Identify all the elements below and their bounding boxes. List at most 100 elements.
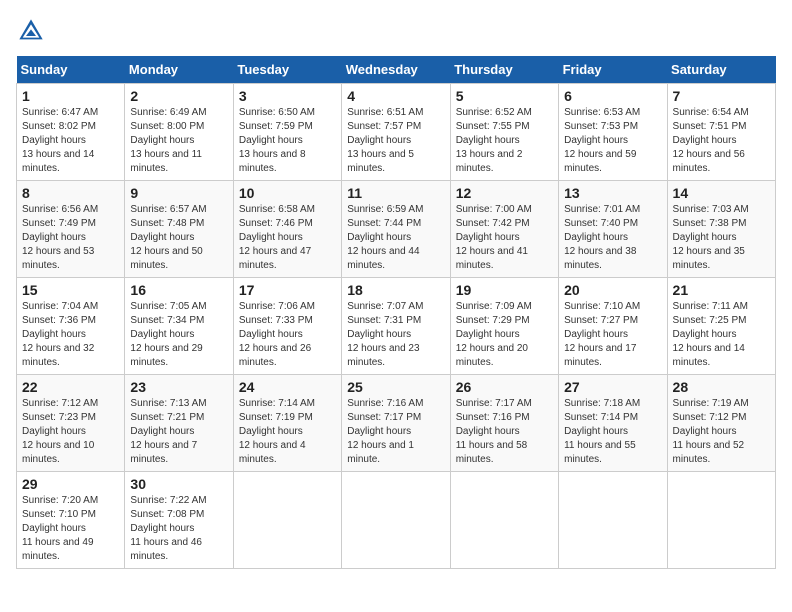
day-number: 9 xyxy=(130,185,227,201)
day-number: 10 xyxy=(239,185,336,201)
day-number: 7 xyxy=(673,88,770,104)
calendar-table: SundayMondayTuesdayWednesdayThursdayFrid… xyxy=(16,56,776,569)
day-number: 11 xyxy=(347,185,444,201)
day-info: Sunrise: 6:58 AM Sunset: 7:46 PM Dayligh… xyxy=(239,203,336,273)
day-info: Sunrise: 7:05 AM Sunset: 7:34 PM Dayligh… xyxy=(130,300,227,370)
header-thursday: Thursday xyxy=(450,56,558,84)
day-number: 28 xyxy=(673,379,770,395)
calendar-cell-2-6: 21 Sunrise: 7:11 AM Sunset: 7:25 PM Dayl… xyxy=(667,278,775,375)
header-sunday: Sunday xyxy=(17,56,125,84)
header-saturday: Saturday xyxy=(667,56,775,84)
day-number: 1 xyxy=(22,88,119,104)
calendar-cell-3-3: 25 Sunrise: 7:16 AM Sunset: 7:17 PM Dayl… xyxy=(342,375,450,472)
day-info: Sunrise: 6:54 AM Sunset: 7:51 PM Dayligh… xyxy=(673,106,770,176)
header-friday: Friday xyxy=(559,56,667,84)
calendar-cell-0-1: 2 Sunrise: 6:49 AM Sunset: 8:00 PM Dayli… xyxy=(125,84,233,181)
calendar-cell-2-2: 17 Sunrise: 7:06 AM Sunset: 7:33 PM Dayl… xyxy=(233,278,341,375)
day-info: Sunrise: 7:07 AM Sunset: 7:31 PM Dayligh… xyxy=(347,300,444,370)
day-info: Sunrise: 6:59 AM Sunset: 7:44 PM Dayligh… xyxy=(347,203,444,273)
day-number: 23 xyxy=(130,379,227,395)
day-info: Sunrise: 7:12 AM Sunset: 7:23 PM Dayligh… xyxy=(22,397,119,467)
day-info: Sunrise: 6:50 AM Sunset: 7:59 PM Dayligh… xyxy=(239,106,336,176)
calendar-cell-0-0: 1 Sunrise: 6:47 AM Sunset: 8:02 PM Dayli… xyxy=(17,84,125,181)
day-info: Sunrise: 7:22 AM Sunset: 7:08 PM Dayligh… xyxy=(130,494,227,564)
calendar-cell-1-5: 13 Sunrise: 7:01 AM Sunset: 7:40 PM Dayl… xyxy=(559,181,667,278)
logo-icon xyxy=(16,16,46,46)
day-number: 29 xyxy=(22,476,119,492)
day-number: 19 xyxy=(456,282,553,298)
day-number: 17 xyxy=(239,282,336,298)
calendar-cell-2-0: 15 Sunrise: 7:04 AM Sunset: 7:36 PM Dayl… xyxy=(17,278,125,375)
calendar-cell-1-6: 14 Sunrise: 7:03 AM Sunset: 7:38 PM Dayl… xyxy=(667,181,775,278)
week-row-2: 8 Sunrise: 6:56 AM Sunset: 7:49 PM Dayli… xyxy=(17,181,776,278)
header-wednesday: Wednesday xyxy=(342,56,450,84)
calendar-cell-2-3: 18 Sunrise: 7:07 AM Sunset: 7:31 PM Dayl… xyxy=(342,278,450,375)
day-number: 21 xyxy=(673,282,770,298)
day-number: 20 xyxy=(564,282,661,298)
calendar-cell-4-4 xyxy=(450,472,558,569)
calendar-cell-4-2 xyxy=(233,472,341,569)
calendar-cell-2-5: 20 Sunrise: 7:10 AM Sunset: 7:27 PM Dayl… xyxy=(559,278,667,375)
day-number: 13 xyxy=(564,185,661,201)
day-info: Sunrise: 6:47 AM Sunset: 8:02 PM Dayligh… xyxy=(22,106,119,176)
day-info: Sunrise: 7:03 AM Sunset: 7:38 PM Dayligh… xyxy=(673,203,770,273)
day-number: 6 xyxy=(564,88,661,104)
calendar-cell-3-6: 28 Sunrise: 7:19 AM Sunset: 7:12 PM Dayl… xyxy=(667,375,775,472)
calendar-cell-0-6: 7 Sunrise: 6:54 AM Sunset: 7:51 PM Dayli… xyxy=(667,84,775,181)
day-info: Sunrise: 7:16 AM Sunset: 7:17 PM Dayligh… xyxy=(347,397,444,467)
calendar-cell-1-1: 9 Sunrise: 6:57 AM Sunset: 7:48 PM Dayli… xyxy=(125,181,233,278)
calendar-cell-0-4: 5 Sunrise: 6:52 AM Sunset: 7:55 PM Dayli… xyxy=(450,84,558,181)
day-number: 18 xyxy=(347,282,444,298)
page-header xyxy=(16,16,776,46)
day-number: 14 xyxy=(673,185,770,201)
day-number: 3 xyxy=(239,88,336,104)
day-info: Sunrise: 6:53 AM Sunset: 7:53 PM Dayligh… xyxy=(564,106,661,176)
day-info: Sunrise: 6:49 AM Sunset: 8:00 PM Dayligh… xyxy=(130,106,227,176)
day-number: 26 xyxy=(456,379,553,395)
day-info: Sunrise: 7:10 AM Sunset: 7:27 PM Dayligh… xyxy=(564,300,661,370)
week-row-4: 22 Sunrise: 7:12 AM Sunset: 7:23 PM Dayl… xyxy=(17,375,776,472)
calendar-cell-2-1: 16 Sunrise: 7:05 AM Sunset: 7:34 PM Dayl… xyxy=(125,278,233,375)
calendar-cell-3-2: 24 Sunrise: 7:14 AM Sunset: 7:19 PM Dayl… xyxy=(233,375,341,472)
day-info: Sunrise: 6:51 AM Sunset: 7:57 PM Dayligh… xyxy=(347,106,444,176)
calendar-cell-0-3: 4 Sunrise: 6:51 AM Sunset: 7:57 PM Dayli… xyxy=(342,84,450,181)
day-info: Sunrise: 7:17 AM Sunset: 7:16 PM Dayligh… xyxy=(456,397,553,467)
day-info: Sunrise: 7:11 AM Sunset: 7:25 PM Dayligh… xyxy=(673,300,770,370)
day-number: 12 xyxy=(456,185,553,201)
day-number: 30 xyxy=(130,476,227,492)
day-info: Sunrise: 7:04 AM Sunset: 7:36 PM Dayligh… xyxy=(22,300,119,370)
header-tuesday: Tuesday xyxy=(233,56,341,84)
calendar-cell-3-0: 22 Sunrise: 7:12 AM Sunset: 7:23 PM Dayl… xyxy=(17,375,125,472)
day-info: Sunrise: 7:00 AM Sunset: 7:42 PM Dayligh… xyxy=(456,203,553,273)
logo xyxy=(16,16,50,46)
day-number: 4 xyxy=(347,88,444,104)
calendar-cell-2-4: 19 Sunrise: 7:09 AM Sunset: 7:29 PM Dayl… xyxy=(450,278,558,375)
calendar-cell-1-3: 11 Sunrise: 6:59 AM Sunset: 7:44 PM Dayl… xyxy=(342,181,450,278)
header-monday: Monday xyxy=(125,56,233,84)
calendar-cell-4-5 xyxy=(559,472,667,569)
day-info: Sunrise: 6:56 AM Sunset: 7:49 PM Dayligh… xyxy=(22,203,119,273)
week-row-3: 15 Sunrise: 7:04 AM Sunset: 7:36 PM Dayl… xyxy=(17,278,776,375)
day-info: Sunrise: 7:06 AM Sunset: 7:33 PM Dayligh… xyxy=(239,300,336,370)
day-info: Sunrise: 7:01 AM Sunset: 7:40 PM Dayligh… xyxy=(564,203,661,273)
day-info: Sunrise: 7:13 AM Sunset: 7:21 PM Dayligh… xyxy=(130,397,227,467)
calendar-cell-3-1: 23 Sunrise: 7:13 AM Sunset: 7:21 PM Dayl… xyxy=(125,375,233,472)
calendar-cell-1-4: 12 Sunrise: 7:00 AM Sunset: 7:42 PM Dayl… xyxy=(450,181,558,278)
day-number: 25 xyxy=(347,379,444,395)
calendar-cell-4-3 xyxy=(342,472,450,569)
day-number: 16 xyxy=(130,282,227,298)
calendar-header-row: SundayMondayTuesdayWednesdayThursdayFrid… xyxy=(17,56,776,84)
calendar-cell-4-0: 29 Sunrise: 7:20 AM Sunset: 7:10 PM Dayl… xyxy=(17,472,125,569)
day-number: 15 xyxy=(22,282,119,298)
day-number: 2 xyxy=(130,88,227,104)
day-info: Sunrise: 6:57 AM Sunset: 7:48 PM Dayligh… xyxy=(130,203,227,273)
calendar-cell-1-0: 8 Sunrise: 6:56 AM Sunset: 7:49 PM Dayli… xyxy=(17,181,125,278)
day-number: 24 xyxy=(239,379,336,395)
calendar-cell-0-5: 6 Sunrise: 6:53 AM Sunset: 7:53 PM Dayli… xyxy=(559,84,667,181)
week-row-1: 1 Sunrise: 6:47 AM Sunset: 8:02 PM Dayli… xyxy=(17,84,776,181)
calendar-cell-3-4: 26 Sunrise: 7:17 AM Sunset: 7:16 PM Dayl… xyxy=(450,375,558,472)
day-info: Sunrise: 7:14 AM Sunset: 7:19 PM Dayligh… xyxy=(239,397,336,467)
day-number: 5 xyxy=(456,88,553,104)
calendar-cell-1-2: 10 Sunrise: 6:58 AM Sunset: 7:46 PM Dayl… xyxy=(233,181,341,278)
day-info: Sunrise: 7:20 AM Sunset: 7:10 PM Dayligh… xyxy=(22,494,119,564)
